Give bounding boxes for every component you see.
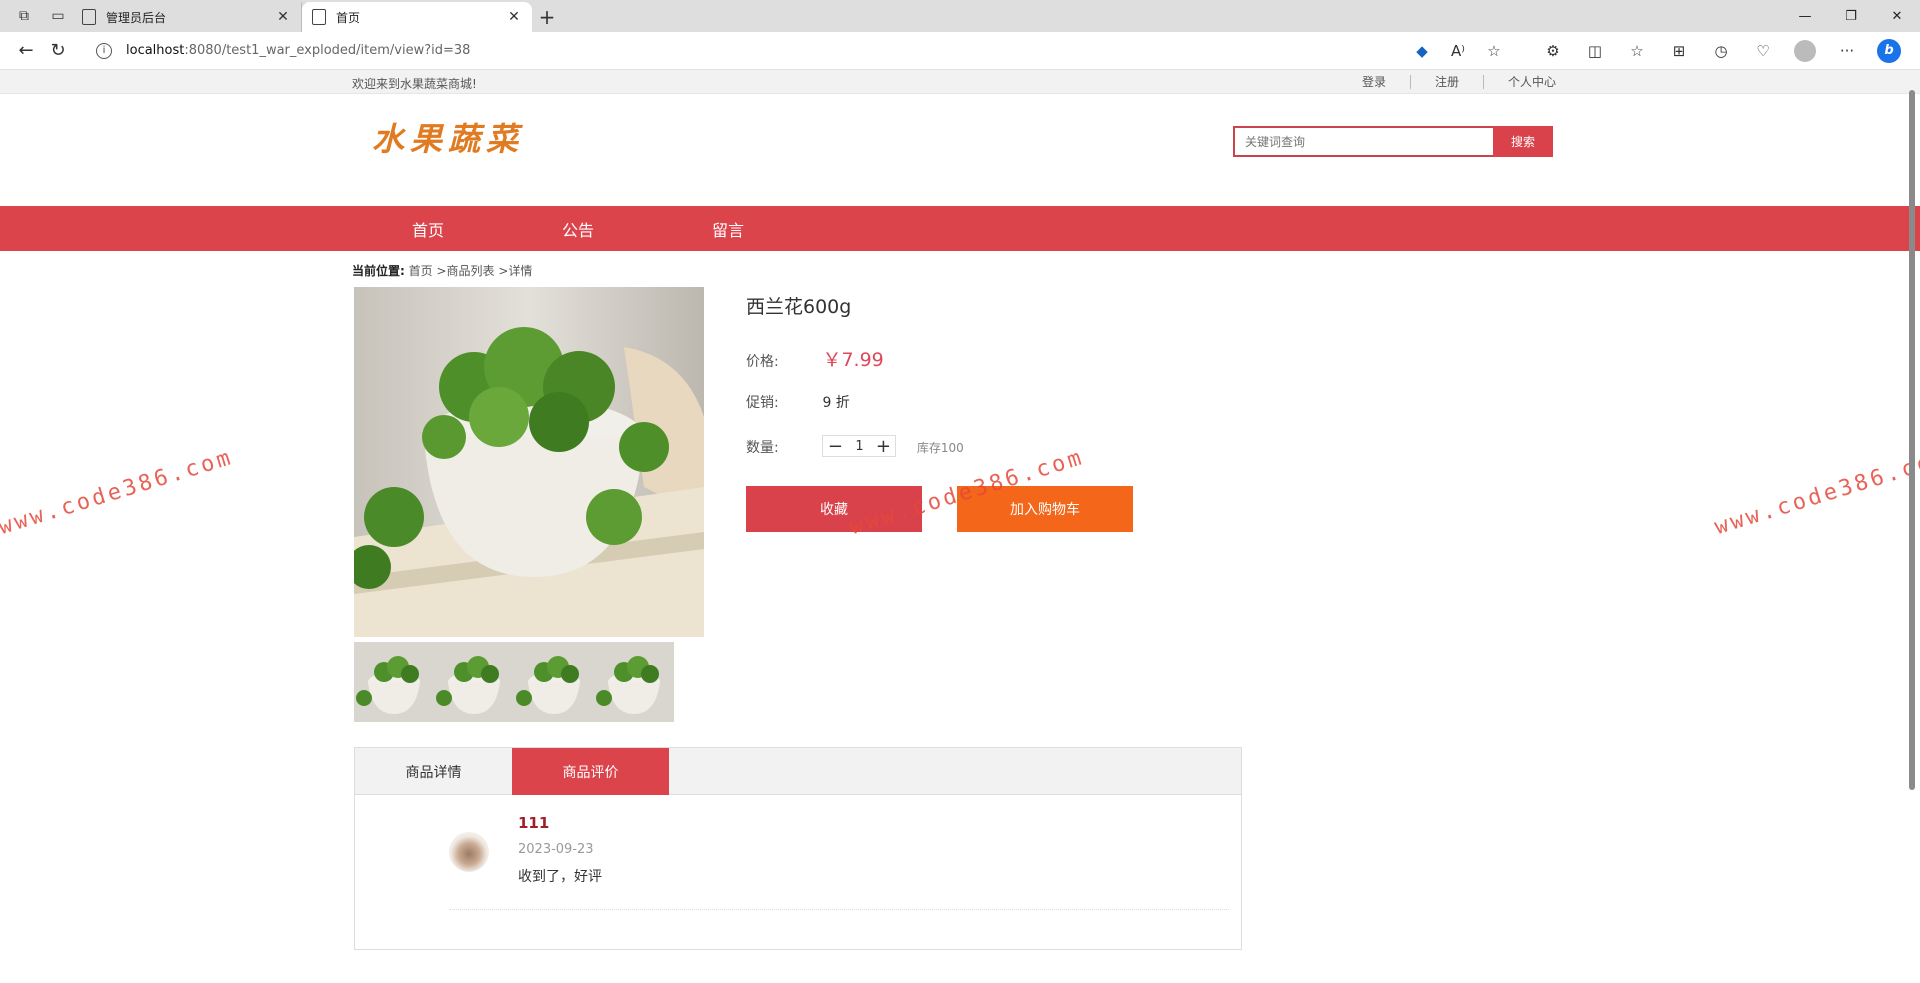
address-bar: ← ↻ i localhost:8080/test1_war_exploded/… xyxy=(0,32,1920,70)
quantity-row: 数量: − 1 + 库存100 xyxy=(746,435,964,457)
login-link[interactable]: 登录 xyxy=(1338,75,1412,89)
register-link[interactable]: 注册 xyxy=(1411,75,1485,89)
review-text: 收到了，好评 xyxy=(518,869,602,885)
product-name: 西兰花600g xyxy=(746,296,852,318)
browser-essentials-icon[interactable]: ♡ xyxy=(1742,36,1784,66)
review-date: 2023-09-23 xyxy=(518,842,594,857)
promo-row: 促销: 9 折 xyxy=(746,392,850,412)
page-icon xyxy=(82,9,96,25)
product-info: 西兰花600g xyxy=(746,292,851,319)
restore-button[interactable]: ❐ xyxy=(1828,0,1874,32)
quantity-label: 数量: xyxy=(746,439,779,456)
nav-item-home[interactable]: 首页 xyxy=(412,217,562,241)
page-icon xyxy=(312,9,326,25)
nav-item-message[interactable]: 留言 xyxy=(712,217,862,241)
read-aloud-icon[interactable]: A⁾ xyxy=(1440,36,1476,66)
product-thumbnails xyxy=(354,642,674,722)
site-logo[interactable]: 水果蔬菜 xyxy=(372,114,524,160)
nav-item-notice[interactable]: 公告 xyxy=(562,217,712,241)
shopping-tag-icon[interactable]: ◆ xyxy=(1404,36,1440,66)
site-header: 水果蔬菜 搜索 xyxy=(0,94,1920,206)
price-row: 价格: ￥7.99 xyxy=(746,345,884,372)
qty-value[interactable]: 1 xyxy=(847,439,871,454)
collections-icon[interactable]: ⊞ xyxy=(1658,36,1700,66)
history-icon[interactable]: ◷ xyxy=(1700,36,1742,66)
new-tab-button[interactable]: + xyxy=(532,2,562,32)
favorite-star-icon[interactable]: ☆ xyxy=(1476,36,1512,66)
scrollbar-thumb[interactable] xyxy=(1909,90,1915,790)
avatar xyxy=(449,832,489,872)
refresh-button[interactable]: ↻ xyxy=(42,36,74,66)
bing-copilot-icon[interactable]: b xyxy=(1868,36,1910,66)
search-bar: 搜索 xyxy=(1233,126,1553,157)
promo-label: 促销: xyxy=(746,395,779,411)
tab-actions-icon[interactable]: ▭ xyxy=(44,2,72,30)
price-label: 价格: xyxy=(746,354,779,370)
main-nav: 首页 公告 留言 xyxy=(0,206,1920,251)
page-content: 欢迎来到水果蔬菜商城! 登录 注册 个人中心 水果蔬菜 搜索 首页 公告 留言 … xyxy=(0,70,1920,983)
detail-tabs: 商品详情 商品评价 111 2023-09-23 收到了，好评 xyxy=(354,747,1242,950)
split-screen-icon[interactable]: ◫ xyxy=(1574,36,1616,66)
review-user: 111 xyxy=(518,814,550,832)
tab-product-reviews[interactable]: 商品评价 xyxy=(512,748,669,795)
breadcrumb-path[interactable]: 首页 >商品列表 >详情 xyxy=(409,264,533,278)
browser-tab-admin[interactable]: 管理员后台 ✕ xyxy=(72,2,302,32)
price-value: ￥7.99 xyxy=(822,349,884,371)
info-icon[interactable]: i xyxy=(96,42,112,59)
favorites-icon[interactable]: ☆ xyxy=(1616,36,1658,66)
browser-tabbar: ⧉ ▭ 管理员后台 ✕ 首页 ✕ + — ❐ ✕ xyxy=(0,0,1920,32)
more-menu-icon[interactable]: ··· xyxy=(1826,36,1868,66)
workspaces-icon[interactable]: ⧉ xyxy=(10,2,38,30)
thumbnail-3[interactable] xyxy=(514,642,594,722)
promo-value: 9 折 xyxy=(822,395,850,411)
profile-avatar[interactable] xyxy=(1784,36,1826,66)
browser-tab-home[interactable]: 首页 ✕ xyxy=(302,2,532,32)
user-center-link[interactable]: 个人中心 xyxy=(1484,75,1580,89)
tab-product-detail[interactable]: 商品详情 xyxy=(355,748,512,795)
search-input[interactable] xyxy=(1233,126,1493,157)
watermark: www.code386.com xyxy=(0,444,237,541)
qty-plus-button[interactable]: + xyxy=(871,436,895,457)
close-icon[interactable]: ✕ xyxy=(275,9,291,25)
scrollbar[interactable] xyxy=(1908,70,1916,983)
product-image xyxy=(354,287,704,637)
back-button[interactable]: ← xyxy=(10,36,42,66)
close-icon[interactable]: ✕ xyxy=(506,9,522,25)
url-field[interactable]: i localhost:8080/test1_war_exploded/item… xyxy=(84,35,1484,66)
thumbnail-4[interactable] xyxy=(594,642,674,722)
close-window-button[interactable]: ✕ xyxy=(1874,0,1920,32)
search-button[interactable]: 搜索 xyxy=(1493,126,1553,157)
minimize-button[interactable]: — xyxy=(1782,0,1828,32)
qty-minus-button[interactable]: − xyxy=(823,436,847,457)
stock-text: 库存100 xyxy=(916,440,964,455)
breadcrumb-label: 当前位置: xyxy=(352,264,405,278)
thumbnail-1[interactable] xyxy=(354,642,434,722)
thumbnail-2[interactable] xyxy=(434,642,514,722)
extensions-icon[interactable]: ⚙ xyxy=(1532,36,1574,66)
welcome-text: 欢迎来到水果蔬菜商城! xyxy=(352,77,477,91)
quantity-stepper: − 1 + xyxy=(822,435,897,457)
top-strip: 欢迎来到水果蔬菜商城! 登录 注册 个人中心 xyxy=(0,70,1920,94)
divider xyxy=(449,909,1229,910)
breadcrumb: 当前位置: 首页 >商品列表 >详情 xyxy=(352,262,532,279)
watermark: www.code386.com xyxy=(1711,444,1920,541)
